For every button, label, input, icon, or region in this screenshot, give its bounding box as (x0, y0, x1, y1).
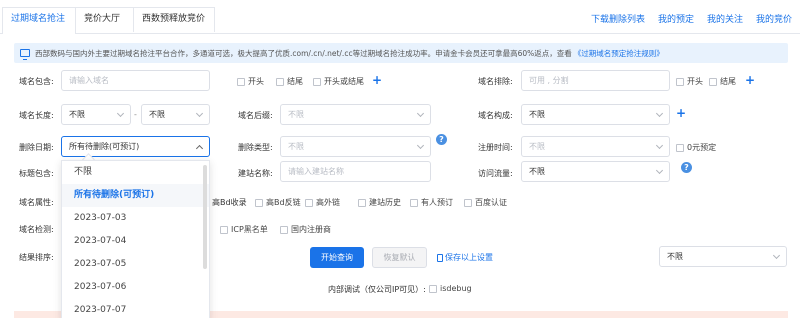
search-button[interactable]: 开始查询 (310, 247, 364, 268)
chevron-down-icon (655, 166, 664, 175)
attr-baidu-verified[interactable]: 百度认证 (464, 197, 507, 208)
tab-expired-domain-snap[interactable]: 过期域名抢注 (2, 7, 76, 34)
isdebug-checkbox[interactable]: isdebug (429, 284, 472, 293)
dropdown-option[interactable]: 2023-07-06 (62, 276, 209, 299)
reg-time-select[interactable]: 不限 (521, 136, 670, 157)
length-to-select[interactable]: 不限 (141, 104, 210, 125)
help-icon[interactable]: ? (436, 134, 447, 145)
suffix-label: 域名后缀: (238, 111, 273, 120)
delete-type-select[interactable]: 不限 (280, 136, 431, 157)
length-label: 域名长度: (19, 111, 54, 120)
dropdown-option-selected[interactable]: 所有待删除(可预订) (62, 184, 209, 207)
add-contains-plus-icon[interactable]: + (372, 74, 382, 86)
length-separator: - (134, 110, 137, 119)
delete-type-label: 删除类型: (238, 143, 273, 152)
notice-text: 西部数码与国内外主要过期域名抢注平台合作，多通道可选，极大提高了优质.com/.… (35, 48, 572, 58)
add-exclude-plus-icon[interactable]: + (745, 74, 755, 86)
detect-domestic-registrar[interactable]: 国内注册商 (280, 224, 331, 235)
dropdown-option[interactable]: 不限 (62, 161, 209, 184)
dropdown-option[interactable]: 2023-07-07 (62, 299, 209, 318)
download-delete-list-link[interactable]: 下载删除列表 (591, 12, 645, 25)
title-contains-label: 标题包含: (19, 169, 54, 178)
starts-or-ends-checkbox[interactable]: 开头或结尾 (313, 76, 364, 87)
notice-banner: 西部数码与国内外主要过期域名抢注平台合作，多通道可选，极大提高了优质.com/.… (14, 43, 788, 63)
my-follows-link[interactable]: 我的关注 (707, 12, 743, 25)
zero-yuan-checkbox[interactable]: 0元预定 (676, 142, 716, 153)
attr-high-backlink[interactable]: 高外链 (305, 197, 340, 208)
composition-label: 域名构成: (478, 111, 513, 120)
domain-contains-input[interactable]: 请输入域名 (61, 70, 210, 91)
delete-date-dropdown: 不限 所有待删除(可预订) 2023-07-03 2023-07-04 2023… (61, 160, 210, 318)
chevron-up-icon (195, 144, 204, 153)
ends-checkbox[interactable]: 结尾 (276, 76, 303, 87)
rules-link[interactable]: 《过期域名预定抢注规则》 (574, 48, 664, 59)
attr-label: 域名属性: (19, 198, 54, 207)
reset-button[interactable]: 恢复默认 (372, 247, 427, 268)
sort-select[interactable]: 不限 (659, 246, 787, 267)
delete-date-select[interactable]: 所有待删除(可预订) (61, 136, 210, 157)
delete-date-label: 删除日期: (19, 143, 54, 152)
attr-reserved[interactable]: 有人预订 (410, 197, 453, 208)
starts-checkbox[interactable]: 开头 (237, 76, 264, 87)
site-name-input[interactable]: 请输入建站名称 (280, 161, 431, 182)
tab-bar: 过期域名抢注 竞价大厅 西数预释放竞价 下载删除列表 我的预定 我的关注 我的竞… (0, 0, 800, 34)
exclude-starts-checkbox[interactable]: 开头 (676, 76, 703, 87)
site-name-label: 建站名称: (238, 169, 273, 178)
composition-select[interactable]: 不限 (521, 104, 670, 125)
sort-label: 结果排序: (19, 253, 54, 262)
dropdown-option[interactable]: 2023-07-04 (62, 230, 209, 253)
chevron-down-icon (416, 109, 425, 118)
chevron-down-icon (655, 141, 664, 150)
chevron-down-icon (116, 109, 125, 118)
dropdown-scrollbar[interactable] (203, 165, 207, 269)
exclude-ends-checkbox[interactable]: 结尾 (709, 76, 736, 87)
my-reservations-link[interactable]: 我的预定 (658, 12, 694, 25)
detect-icp-blacklist[interactable]: ICP黑名单 (220, 224, 268, 235)
top-links: 下载删除列表 我的预定 我的关注 我的竞价 (591, 12, 792, 25)
traffic-select[interactable]: 不限 (521, 161, 670, 182)
my-bids-link[interactable]: 我的竞价 (756, 12, 792, 25)
domain-exclude-label: 域名排除: (478, 77, 513, 86)
debug-label: 内部调试（仅公司IP可见）: (328, 285, 426, 294)
length-from-select[interactable]: 不限 (61, 104, 131, 125)
tab-bidding-hall[interactable]: 竞价大厅 (75, 7, 134, 32)
attr-site-history[interactable]: 建站历史 (358, 197, 401, 208)
save-settings-link[interactable]: 保存以上设置 (437, 252, 493, 263)
chevron-down-icon (772, 251, 781, 260)
add-composition-plus-icon[interactable]: + (676, 107, 686, 119)
document-icon (437, 253, 443, 262)
reg-time-label: 注册时间: (478, 143, 513, 152)
traffic-help-icon[interactable]: ? (681, 162, 692, 173)
traffic-label: 访问流量: (478, 169, 513, 178)
domain-contains-label: 域名包含: (19, 77, 54, 86)
monitor-icon (20, 49, 30, 60)
dropdown-option[interactable]: 2023-07-05 (62, 253, 209, 276)
chevron-down-icon (416, 141, 425, 150)
attr-high-bd-index[interactable]: 高Bd收录 (212, 197, 247, 208)
tab-pre-release-bidding[interactable]: 西数预释放竞价 (133, 7, 215, 32)
suffix-select[interactable]: 不限 (280, 104, 431, 125)
attr-high-bd-backlink[interactable]: 高Bd反链 (255, 197, 301, 208)
dropdown-option[interactable]: 2023-07-03 (62, 207, 209, 230)
detect-label: 域名检测: (19, 225, 54, 234)
domain-exclude-input[interactable]: 可用 , 分割 (521, 70, 670, 91)
chevron-down-icon (655, 109, 664, 118)
chevron-down-icon (195, 109, 204, 118)
